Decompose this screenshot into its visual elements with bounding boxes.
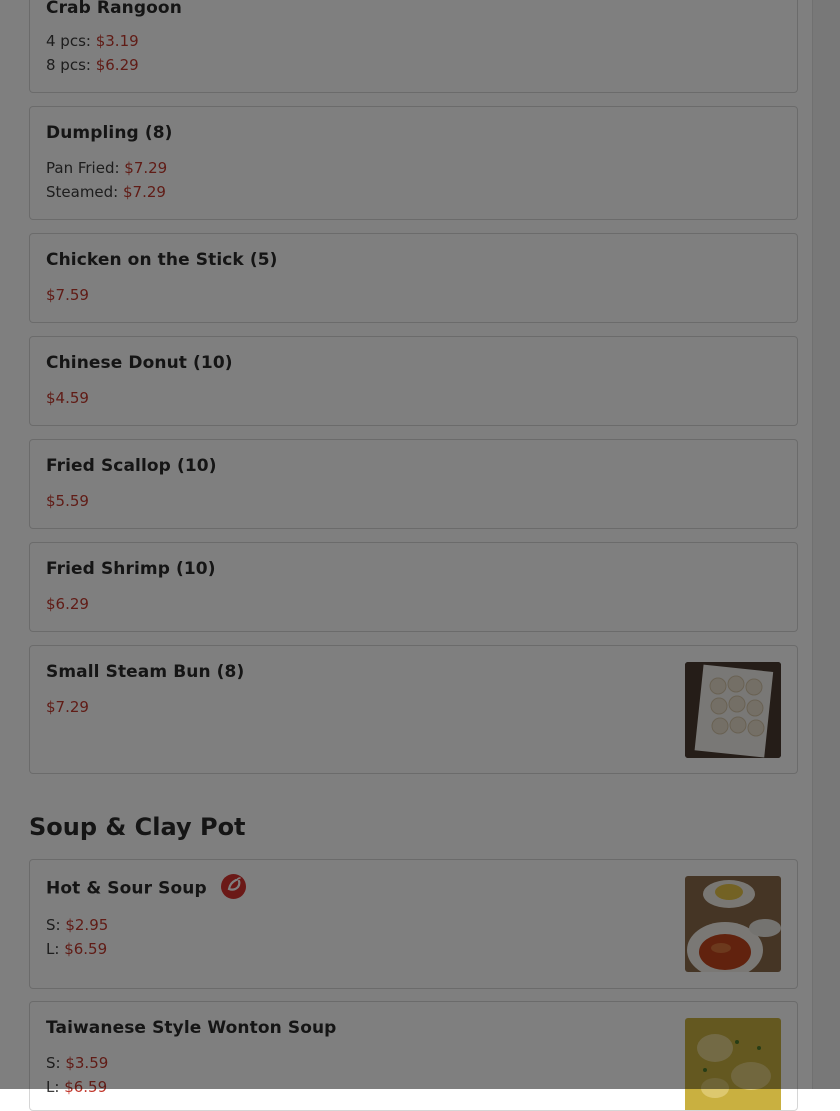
hot-sour-soup-photo[interactable] (685, 876, 781, 972)
price-value: $2.95 (65, 916, 109, 934)
price-value: $7.29 (124, 159, 168, 177)
item-price-line: Pan Fried: $7.29 (46, 159, 167, 177)
item-name-row: Hot & Sour Soup (46, 874, 246, 901)
price-value: $6.29 (46, 595, 89, 613)
price-value: $5.59 (46, 492, 89, 510)
price-value: $7.29 (123, 183, 166, 201)
item-name: Chinese Donut (10) (46, 353, 233, 373)
item-name: Fried Shrimp (10) (46, 559, 216, 579)
price-label: Steamed: (46, 183, 124, 201)
item-price-line: L: $6.59 (46, 940, 107, 958)
menu-item-chinese-donut[interactable]: Chinese Donut (10) $4.59 (29, 336, 798, 426)
item-price-line: S: $2.95 (46, 916, 108, 934)
menu-item-fried-shrimp[interactable]: Fried Shrimp (10) $6.29 (29, 542, 798, 632)
price-label: 4 pcs: (46, 32, 96, 50)
section-title-soup-clay-pot: Soup & Clay Pot (29, 813, 246, 841)
item-price-line: Steamed: $7.29 (46, 183, 166, 201)
price-label: L: (46, 1078, 65, 1096)
menu-item-crab-rangoon[interactable]: Crab Rangoon 4 pcs: $3.19 8 pcs: $6.29 (29, 0, 798, 93)
menu-page: Crab Rangoon 4 pcs: $3.19 8 pcs: $6.29 D… (0, 0, 812, 1111)
item-name: Dumpling (8) (46, 123, 173, 143)
price-value: $3.59 (65, 1054, 109, 1072)
menu-item-chicken-on-the-stick[interactable]: Chicken on the Stick (5) $7.59 (29, 233, 798, 323)
price-value: $6.29 (95, 56, 139, 74)
menu-item-small-steam-bun[interactable]: Small Steam Bun (8) $7.29 (29, 645, 798, 774)
item-price-line: S: $3.59 (46, 1054, 108, 1072)
item-price-line: 8 pcs: $6.29 (46, 56, 139, 74)
item-name: Hot & Sour Soup (46, 878, 207, 899)
wonton-soup-photo[interactable] (685, 1018, 781, 1110)
item-name: Taiwanese Style Wonton Soup (46, 1018, 337, 1038)
price-value: $7.59 (46, 286, 89, 304)
menu-item-dumpling[interactable]: Dumpling (8) Pan Fried: $7.29 Steamed: $… (29, 106, 798, 220)
chili-pepper-icon (220, 874, 246, 899)
price-label: L: (46, 940, 65, 958)
item-price-line: 4 pcs: $3.19 (46, 32, 139, 50)
item-name: Fried Scallop (10) (46, 456, 217, 476)
menu-item-taiwanese-wonton-soup[interactable]: Taiwanese Style Wonton Soup S: $3.59 L: … (29, 1001, 798, 1111)
item-name: Crab Rangoon (46, 0, 182, 18)
steam-bun-image (685, 662, 781, 758)
item-name: Chicken on the Stick (5) (46, 250, 278, 270)
hot-sour-soup-image (685, 876, 781, 972)
item-price-line: L: $6.59 (46, 1078, 107, 1096)
page-scrollbar[interactable] (812, 0, 840, 1089)
price-value: $3.19 (95, 32, 139, 50)
price-value: $6.59 (64, 940, 108, 958)
wonton-soup-image (685, 1018, 781, 1110)
price-value: $7.29 (46, 698, 89, 716)
price-value: $6.59 (64, 1078, 108, 1096)
item-name: Small Steam Bun (8) (46, 662, 245, 682)
steam-bun-photo[interactable] (685, 662, 781, 758)
price-label: Pan Fried: (46, 159, 125, 177)
price-label: S: (46, 916, 66, 934)
menu-item-fried-scallop[interactable]: Fried Scallop (10) $5.59 (29, 439, 798, 529)
price-label: S: (46, 1054, 66, 1072)
menu-item-hot-sour-soup[interactable]: Hot & Sour Soup S: $2.95 L: $6.59 (29, 859, 798, 989)
price-label: 8 pcs: (46, 56, 96, 74)
price-value: $4.59 (46, 389, 89, 407)
